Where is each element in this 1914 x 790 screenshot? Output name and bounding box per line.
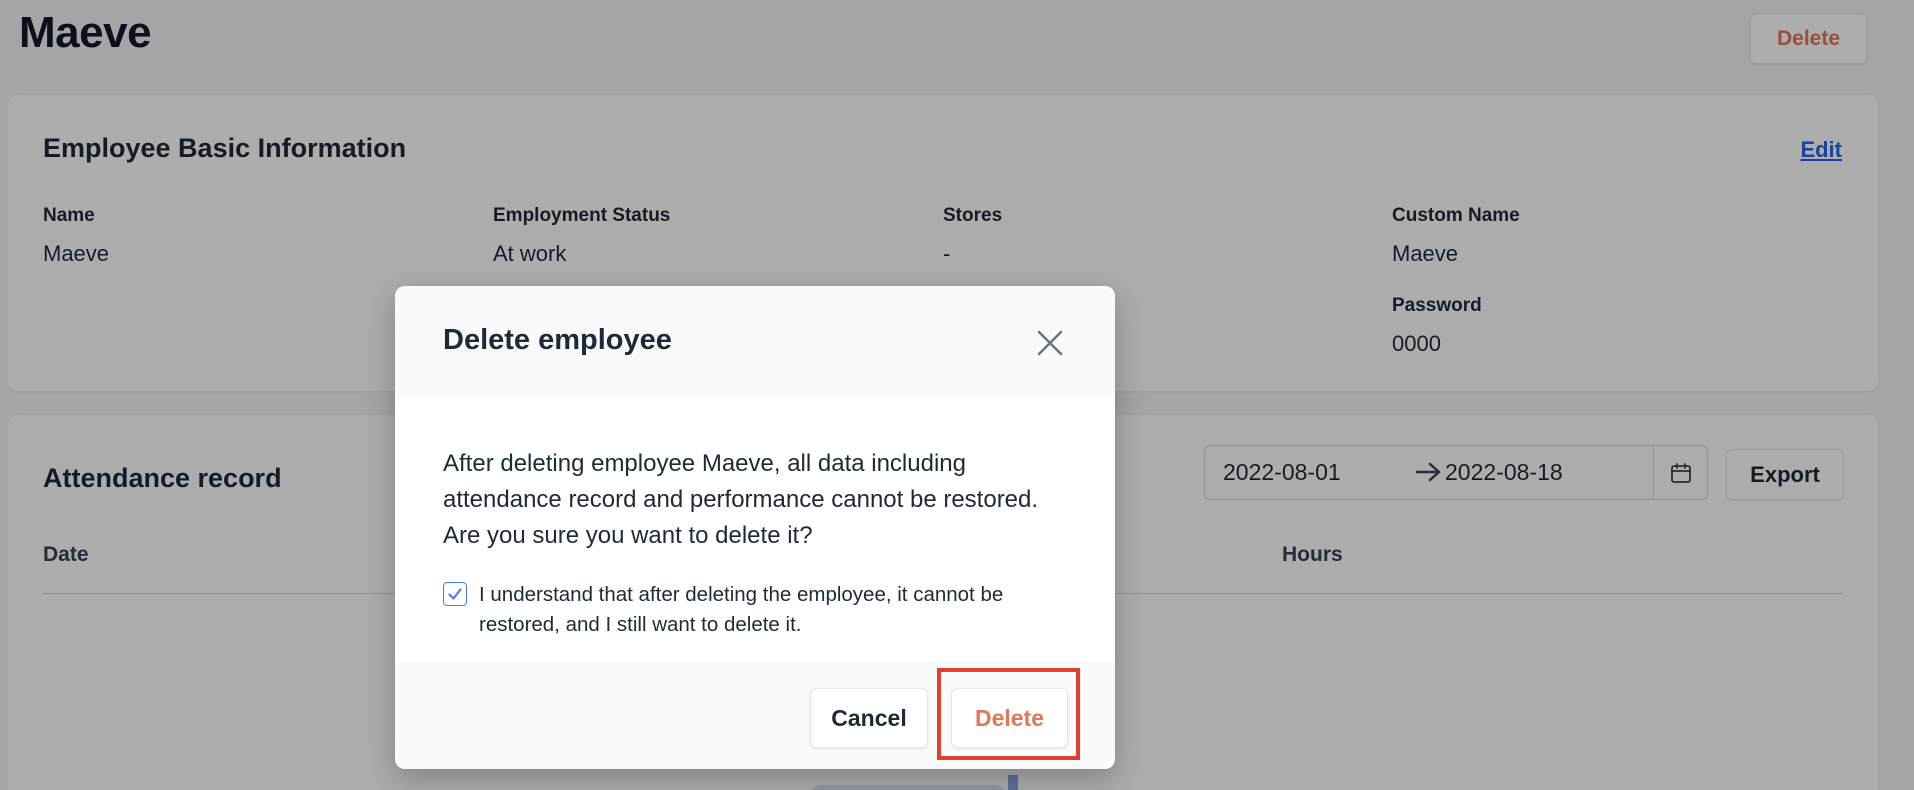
checkmark-icon (448, 588, 462, 600)
delete-employee-dialog: Delete employee After deleting employee … (395, 286, 1115, 769)
confirm-checkbox[interactable] (443, 582, 467, 606)
confirm-delete-button[interactable]: Delete (951, 688, 1068, 748)
dialog-footer: Cancel Delete (395, 662, 1115, 769)
dialog-title: Delete employee (443, 324, 672, 356)
dialog-message: After deleting employee Maeve, all data … (443, 450, 1039, 549)
cancel-button[interactable]: Cancel (810, 688, 928, 748)
dialog-header: Delete employee (395, 286, 1115, 398)
confirm-label[interactable]: I understand that after deleting the emp… (479, 580, 1079, 640)
close-button[interactable] (1033, 326, 1067, 360)
close-icon (1037, 330, 1063, 356)
